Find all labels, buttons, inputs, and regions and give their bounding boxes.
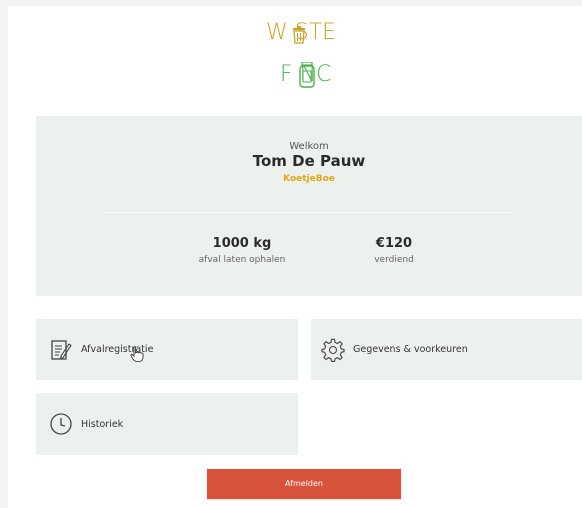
welcome-panel: Welkom Tom De Pauw KoetjeBoe 1000 kg afv… xyxy=(36,116,582,296)
waste-func-logo: W STE F NC xyxy=(246,14,356,96)
trash-can-icon xyxy=(293,26,305,44)
divider xyxy=(106,212,512,213)
stat-earned-label: verdiend xyxy=(374,255,414,265)
welcome-label: Welkom xyxy=(289,141,329,152)
stat-waste-value: 1000 kg xyxy=(212,236,272,251)
logout-button[interactable]: Afmelden xyxy=(207,469,401,499)
stat-earned-value: €120 xyxy=(375,236,413,251)
jar-icon xyxy=(299,62,315,88)
stat-earned: €120 verdiend xyxy=(314,236,474,265)
stat-waste: 1000 kg afval laten ophalen xyxy=(162,236,322,265)
tile-waste-registration-label: Afvalregistratie xyxy=(81,344,154,355)
app-page: W STE F NC Welkom Tom De Pauw KoetjeBoe … xyxy=(8,6,582,508)
document-edit-icon xyxy=(51,339,72,360)
stat-waste-label: afval laten ophalen xyxy=(198,255,286,265)
tile-settings-label: Gegevens & voorkeuren xyxy=(353,344,468,355)
tile-settings[interactable]: Gegevens & voorkeuren xyxy=(311,319,582,380)
clock-icon xyxy=(50,413,72,435)
user-name: Tom De Pauw xyxy=(252,152,366,170)
tile-history-label: Historiek xyxy=(81,418,124,430)
tile-history[interactable]: Historiek xyxy=(36,393,298,455)
gear-icon xyxy=(321,338,345,362)
tile-waste-registration[interactable]: Afvalregistratie xyxy=(36,319,298,380)
team-name: KoetjeBoe xyxy=(283,174,335,184)
